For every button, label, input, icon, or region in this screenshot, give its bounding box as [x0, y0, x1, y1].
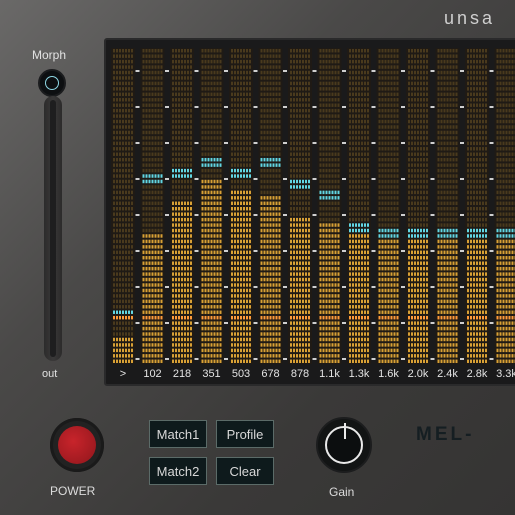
eq-panel [104, 38, 515, 386]
eq-bands[interactable] [106, 40, 515, 388]
morph-slider[interactable] [44, 96, 62, 361]
freq-label-4: 503 [231, 368, 251, 380]
eq-band-0[interactable] [111, 48, 140, 364]
freq-label-1: 102 [143, 368, 162, 380]
freq-label-11: 2.4k [437, 368, 458, 380]
eq-band-3[interactable] [199, 48, 229, 364]
freq-label-9: 1.6k [378, 368, 399, 380]
freq-label-10: 2.0k [407, 368, 429, 380]
eq-band-8[interactable] [347, 48, 376, 364]
eq-band-7[interactable] [317, 48, 347, 364]
profile-button[interactable]: Profile [216, 420, 274, 448]
eq-band-11[interactable] [435, 48, 465, 364]
eq-band-6[interactable] [288, 48, 317, 364]
freq-label-8: 1.3k [348, 368, 370, 380]
model-name: MEL- [416, 424, 475, 445]
freq-label-12: 2.8k [466, 368, 488, 380]
morph-label: Morph [32, 48, 67, 62]
freq-label-5: 678 [261, 368, 280, 380]
power-button[interactable] [50, 418, 104, 472]
morph-knob[interactable] [38, 69, 66, 97]
eq-band-1[interactable] [140, 48, 170, 364]
freq-label-0: > [119, 368, 127, 380]
freq-label-3: 351 [202, 368, 221, 380]
eq-band-2[interactable] [170, 48, 199, 364]
gain-knob[interactable] [316, 417, 372, 473]
brand-logo: unsa [444, 8, 496, 28]
gain-label: Gain [329, 485, 355, 499]
freq-label-2: 218 [172, 368, 192, 380]
power-label: POWER [50, 484, 96, 498]
freq-label-13: 3.3k [496, 368, 515, 380]
eq-band-10[interactable] [406, 48, 435, 364]
freq-label-7: 1.1k [319, 368, 340, 380]
eq-band-5[interactable] [258, 48, 288, 364]
match1-button[interactable]: Match1 [149, 420, 207, 448]
out-label: out [42, 368, 58, 380]
eq-band-4[interactable] [229, 48, 258, 364]
eq-band-12[interactable] [465, 48, 494, 364]
freq-label-6: 878 [290, 368, 310, 380]
eq-band-9[interactable] [376, 48, 406, 364]
clear-button[interactable]: Clear [216, 457, 274, 485]
eq-band-13[interactable] [494, 48, 515, 364]
match2-button[interactable]: Match2 [149, 457, 207, 485]
